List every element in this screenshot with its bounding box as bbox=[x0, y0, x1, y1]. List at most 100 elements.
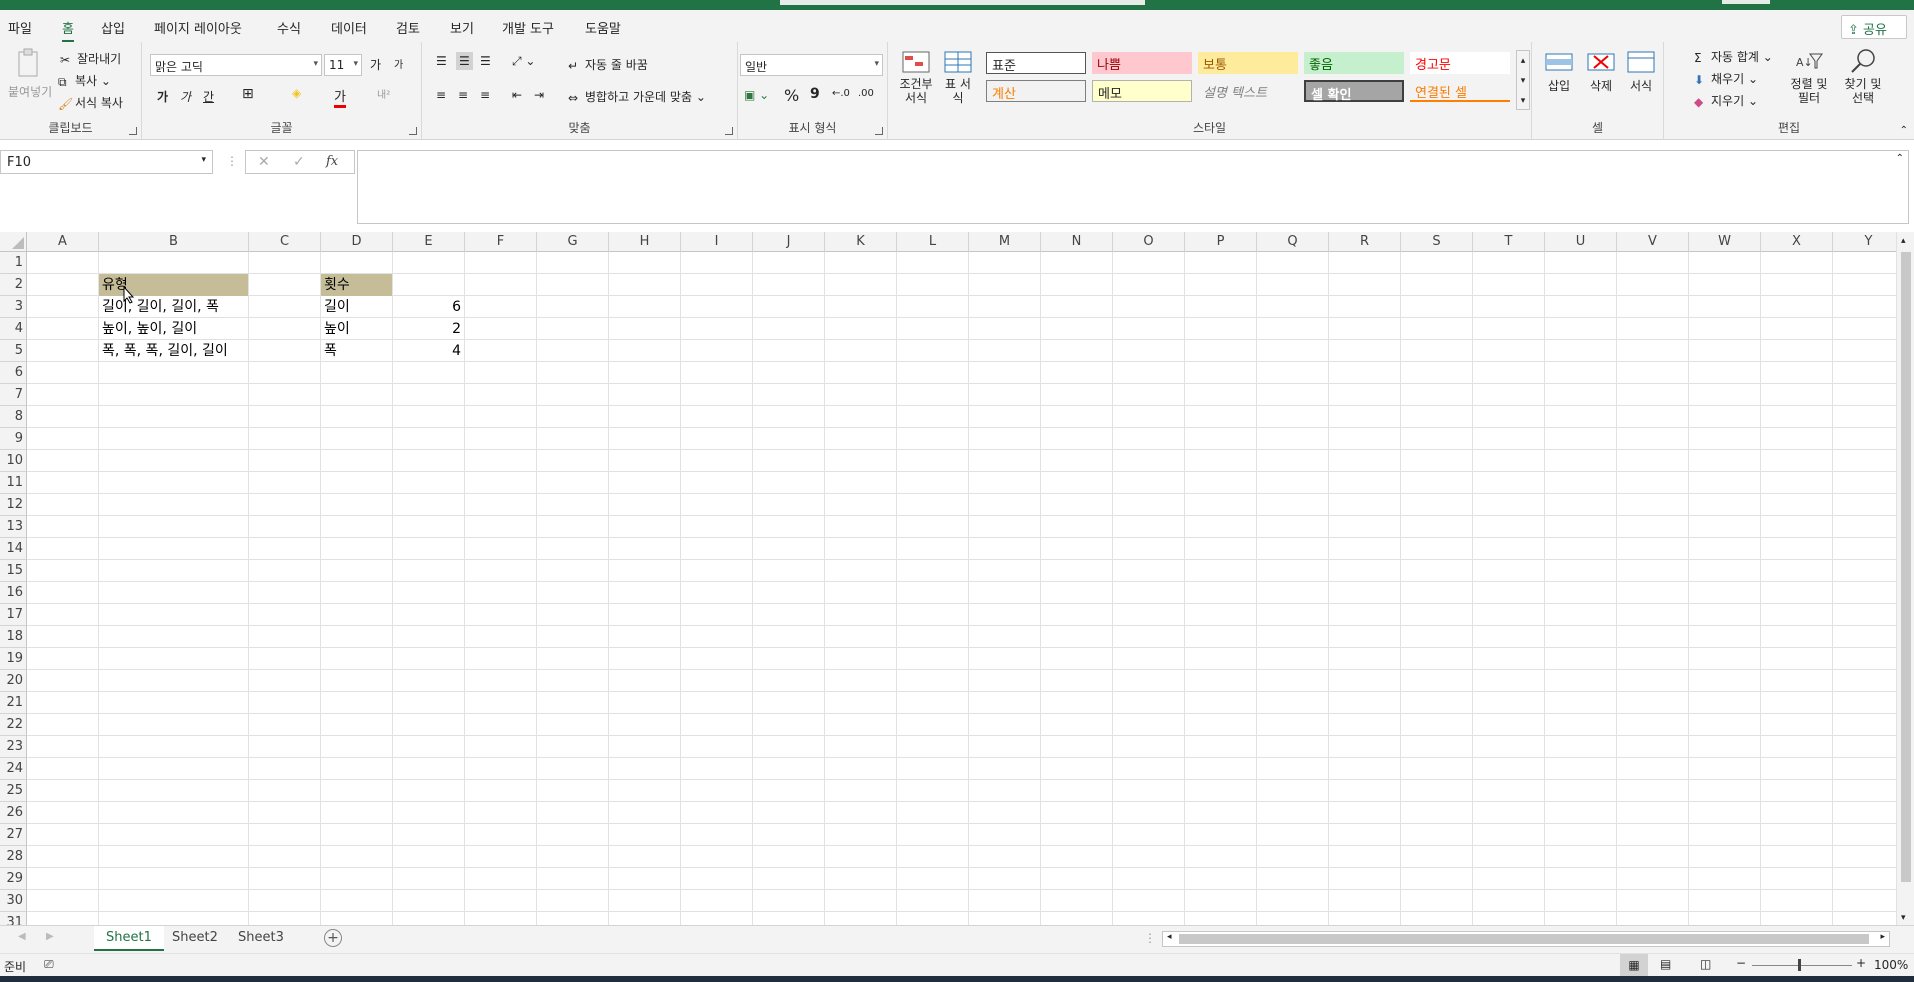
worksheet-grid[interactable]: A B C D E F G H I J K L M N O P Q R S T U V W X Y 1 2 3 4 5 6 7 8 9 10 11 12… bbox=[0, 232, 1896, 925]
row-header-12[interactable]: 12 bbox=[0, 494, 27, 516]
row-header-13[interactable]: 13 bbox=[0, 516, 27, 538]
style-good[interactable]: 좋음 bbox=[1304, 52, 1404, 74]
select-all-button[interactable] bbox=[0, 232, 27, 252]
row-header-26[interactable]: 26 bbox=[0, 802, 27, 824]
column-header-m[interactable]: M bbox=[969, 232, 1041, 252]
fill-color-icon[interactable]: ◈ bbox=[292, 86, 301, 100]
row-header-23[interactable]: 23 bbox=[0, 736, 27, 758]
shrink-font-button[interactable]: 가 bbox=[394, 56, 403, 71]
scroll-left-icon[interactable]: ◂ bbox=[1167, 932, 1172, 942]
style-warning[interactable]: 경고문 bbox=[1410, 52, 1510, 74]
paste-button[interactable]: 붙여넣기 bbox=[8, 48, 52, 100]
column-header-i[interactable]: I bbox=[681, 232, 753, 252]
zoom-slider[interactable] bbox=[1752, 965, 1852, 966]
decrease-decimal-icon[interactable]: .00 bbox=[858, 88, 874, 99]
column-header-w[interactable]: W bbox=[1689, 232, 1761, 252]
currency-icon[interactable]: ▣ ⌄ bbox=[744, 88, 769, 102]
tab-developer[interactable]: 개발 도구 bbox=[502, 18, 554, 37]
cell-d3[interactable]: 길이 bbox=[321, 296, 392, 318]
cancel-icon[interactable]: ✕ bbox=[258, 154, 270, 170]
font-name-combo[interactable]: 맑은 고딕 ▾ bbox=[150, 54, 322, 76]
row-header-15[interactable]: 15 bbox=[0, 560, 27, 582]
row-header-8[interactable]: 8 bbox=[0, 406, 27, 428]
share-button[interactable]: ⇪ 공유 bbox=[1841, 15, 1907, 39]
prev-sheet-icon[interactable]: ◀ bbox=[18, 931, 26, 942]
enter-icon[interactable]: ✓ bbox=[293, 154, 305, 170]
styles-scroll[interactable]: ▴ ▾ ▾ bbox=[1516, 50, 1530, 110]
sheet-tab-1[interactable]: Sheet1 bbox=[94, 926, 164, 951]
zoom-level[interactable]: 100% bbox=[1874, 958, 1908, 972]
column-header-v[interactable]: V bbox=[1617, 232, 1689, 252]
style-calculation[interactable]: 계산 bbox=[986, 80, 1086, 102]
row-header-27[interactable]: 27 bbox=[0, 824, 27, 846]
font-size-combo[interactable]: 11 ▾ bbox=[324, 54, 362, 76]
cell-b2[interactable]: 유형 bbox=[99, 274, 248, 296]
font-launcher[interactable] bbox=[409, 127, 417, 135]
italic-button[interactable]: 가 bbox=[180, 88, 191, 105]
column-header-p[interactable]: P bbox=[1185, 232, 1257, 252]
row-header-17[interactable]: 17 bbox=[0, 604, 27, 626]
h-scroll-thumb[interactable] bbox=[1179, 934, 1869, 944]
bold-button[interactable]: 가 bbox=[157, 88, 168, 105]
horizontal-scrollbar[interactable]: ◂ ▸ bbox=[1162, 931, 1890, 947]
row-header-16[interactable]: 16 bbox=[0, 582, 27, 604]
row-header-11[interactable]: 11 bbox=[0, 472, 27, 494]
next-sheet-icon[interactable]: ▶ bbox=[46, 931, 54, 942]
row-header-19[interactable]: 19 bbox=[0, 648, 27, 670]
increase-indent-icon[interactable]: ⇥ bbox=[534, 88, 544, 102]
search-box[interactable] bbox=[780, 0, 1145, 5]
percent-button[interactable]: % bbox=[784, 86, 799, 105]
row-header-25[interactable]: 25 bbox=[0, 780, 27, 802]
row-header-4[interactable]: 4 bbox=[0, 318, 27, 340]
row-header-30[interactable]: 30 bbox=[0, 890, 27, 912]
page-layout-view-icon[interactable]: ▤ bbox=[1660, 957, 1671, 971]
column-header-d[interactable]: D bbox=[321, 232, 393, 252]
column-header-j[interactable]: J bbox=[753, 232, 825, 252]
zoom-slider-thumb[interactable] bbox=[1798, 959, 1801, 971]
column-header-q[interactable]: Q bbox=[1257, 232, 1329, 252]
row-header-18[interactable]: 18 bbox=[0, 626, 27, 648]
zoom-in-icon[interactable]: + bbox=[1856, 956, 1866, 970]
tab-help[interactable]: 도움말 bbox=[585, 18, 621, 37]
add-sheet-button[interactable]: + bbox=[324, 929, 342, 947]
column-header-s[interactable]: S bbox=[1401, 232, 1473, 252]
scroll-thumb[interactable] bbox=[1901, 252, 1911, 882]
number-launcher[interactable] bbox=[875, 127, 883, 135]
sheet-tab-3[interactable]: Sheet3 bbox=[226, 926, 296, 951]
scroll-down-icon[interactable]: ▾ bbox=[1901, 913, 1906, 923]
row-header-3[interactable]: 3 bbox=[0, 296, 27, 318]
style-explanatory[interactable]: 설명 텍스트 bbox=[1198, 80, 1298, 102]
align-top-icon[interactable]: ☰ bbox=[436, 54, 447, 68]
cell-b4[interactable]: 높이, 높이, 길이 bbox=[99, 318, 248, 340]
row-header-31[interactable]: 31 bbox=[0, 912, 27, 925]
border-button[interactable]: ⊞ bbox=[242, 86, 254, 102]
number-format-combo[interactable]: 일반 ▾ bbox=[740, 54, 883, 76]
column-header-n[interactable]: N bbox=[1041, 232, 1113, 252]
column-header-y[interactable]: Y bbox=[1833, 232, 1896, 252]
cell-d4[interactable]: 높이 bbox=[321, 318, 392, 340]
cell-e3[interactable]: 6 bbox=[393, 296, 464, 318]
style-neutral[interactable]: 보통 bbox=[1198, 52, 1298, 74]
collapse-formula-icon[interactable]: ⌃ bbox=[1896, 153, 1904, 164]
column-header-f[interactable]: F bbox=[465, 232, 537, 252]
scroll-up-icon[interactable]: ▴ bbox=[1901, 236, 1906, 246]
grow-font-button[interactable]: 가 bbox=[370, 56, 381, 73]
align-left-icon[interactable]: ≡ bbox=[436, 88, 446, 102]
comma-button[interactable]: 9 bbox=[810, 86, 820, 102]
alignment-launcher[interactable] bbox=[725, 127, 733, 135]
normal-view-icon[interactable]: ▦ bbox=[1620, 954, 1648, 976]
style-normal[interactable]: 표준 bbox=[986, 52, 1086, 74]
tab-data[interactable]: 데이터 bbox=[331, 18, 367, 37]
column-header-g[interactable]: G bbox=[537, 232, 609, 252]
tab-page-layout[interactable]: 페이지 레이아웃 bbox=[154, 18, 242, 37]
increase-decimal-icon[interactable]: ←.0 bbox=[832, 88, 850, 99]
row-header-22[interactable]: 22 bbox=[0, 714, 27, 736]
page-break-view-icon[interactable]: ◫ bbox=[1700, 957, 1711, 971]
underline-button[interactable]: 간 bbox=[203, 88, 214, 105]
insert-cells-button[interactable]: 삽입 bbox=[1544, 50, 1574, 94]
cell-e4[interactable]: 2 bbox=[393, 318, 464, 340]
orientation-icon[interactable]: ⤢ ⌄ bbox=[512, 54, 535, 69]
macro-record-icon[interactable]: ⎚ bbox=[44, 957, 54, 972]
merge-center-button[interactable]: ⇔ 병합하고 가운데 맞춤 ⌄ bbox=[568, 88, 706, 105]
format-as-table-button[interactable]: 표 서식 bbox=[940, 50, 976, 105]
